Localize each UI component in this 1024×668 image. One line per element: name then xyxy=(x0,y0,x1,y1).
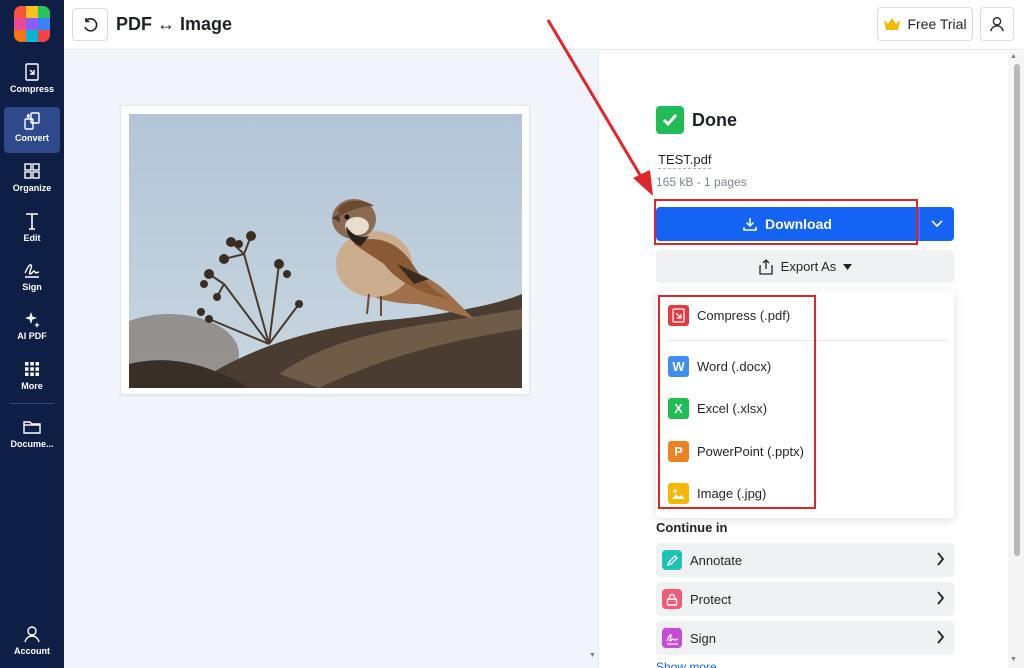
continue-protect[interactable]: Protect xyxy=(656,582,954,616)
free-trial-button[interactable]: Free Trial xyxy=(877,7,973,41)
export-as-label: Export As xyxy=(780,259,837,274)
sidebar-item-label: Account xyxy=(14,646,50,656)
free-trial-label: Free Trial xyxy=(907,16,967,32)
file-meta: 165 kB - 1 pages xyxy=(656,175,747,189)
user-icon xyxy=(990,17,1004,32)
chevron-right-icon xyxy=(937,552,945,566)
pen-icon xyxy=(662,550,682,570)
continue-in-heading: Continue in xyxy=(656,520,728,535)
sidebar-item-ai-pdf[interactable]: AI PDF xyxy=(4,305,60,351)
compress-icon xyxy=(25,63,39,81)
sidebar-item-label: Edit xyxy=(23,233,41,243)
sparkle-icon xyxy=(25,312,40,328)
share-icon xyxy=(759,258,773,275)
user-icon xyxy=(24,626,40,643)
export-menu-highlight-box xyxy=(658,295,816,509)
chevron-right-icon xyxy=(937,591,945,605)
chevron-down-icon xyxy=(931,220,943,228)
app-logo[interactable] xyxy=(14,6,50,42)
sidebar-item-label: Organize xyxy=(12,183,52,193)
signature-icon xyxy=(662,628,682,648)
signature-icon xyxy=(24,264,40,278)
file-name[interactable]: TEST.pdf xyxy=(658,152,712,169)
caret-down-icon xyxy=(843,263,853,270)
sidebar-item-label: Docume... xyxy=(10,439,54,449)
continue-item-label: Sign xyxy=(690,630,717,646)
sidebar-item-more[interactable]: More xyxy=(4,355,60,401)
download-highlight-box xyxy=(654,199,918,245)
sidebar-divider xyxy=(10,403,54,404)
sidebar-item-label: Sign xyxy=(22,282,42,292)
scroll-down-arrow[interactable]: ▼ xyxy=(589,652,596,659)
sidebar-item-label: Compress xyxy=(9,84,54,94)
show-more-link[interactable]: Show more xyxy=(656,660,717,668)
export-as-button[interactable]: Export As xyxy=(656,250,954,283)
sidebar-item-label: AI PDF xyxy=(17,331,47,341)
folder-icon xyxy=(23,421,41,434)
done-check-icon xyxy=(656,106,684,134)
sidebar-item-sign[interactable]: Sign xyxy=(4,256,60,302)
dots-grid-icon xyxy=(25,362,39,376)
sidebar-item-compress[interactable]: Compress xyxy=(4,58,60,104)
sidebar-item-organize[interactable]: Organize xyxy=(4,157,60,203)
top-bar: PDF ↔ Image Free Trial xyxy=(64,0,1024,50)
continue-item-label: Annotate xyxy=(690,552,743,568)
grid-icon xyxy=(24,163,40,179)
continue-item-label: Protect xyxy=(690,591,732,607)
page-thumbnail[interactable] xyxy=(120,105,530,395)
lock-icon xyxy=(662,589,682,609)
preview-area xyxy=(64,51,598,668)
status-title: Done xyxy=(692,110,737,130)
sidebar: Compress Convert Organize Edit Sign AI P… xyxy=(0,0,64,668)
sidebar-item-documents[interactable]: Docume... xyxy=(4,413,60,459)
sidebar-item-edit[interactable]: Edit xyxy=(4,207,60,253)
undo-icon xyxy=(84,17,98,32)
sidebar-item-label: Convert xyxy=(14,133,49,143)
text-edit-icon xyxy=(26,213,38,230)
continue-annotate[interactable]: Annotate xyxy=(656,543,954,577)
sidebar-item-account[interactable]: Account xyxy=(4,620,60,666)
account-button[interactable] xyxy=(980,7,1014,41)
undo-button[interactable] xyxy=(72,8,108,41)
download-options-button[interactable] xyxy=(919,207,954,241)
scroll-down-arrow[interactable]: ▼ xyxy=(1010,656,1017,663)
sidebar-item-label: More xyxy=(21,381,43,391)
continue-sign[interactable]: Sign xyxy=(656,621,954,655)
sidebar-item-convert[interactable]: Convert xyxy=(4,107,60,153)
sparrow-photo xyxy=(129,114,522,388)
panel-divider xyxy=(598,51,599,668)
chevron-right-icon xyxy=(937,630,945,644)
page-title: PDF ↔ Image xyxy=(116,14,233,34)
scroll-up-arrow[interactable]: ▲ xyxy=(1010,53,1017,60)
crown-icon xyxy=(884,18,901,30)
scrollbar-thumb[interactable] xyxy=(1014,64,1020,556)
convert-icon xyxy=(24,112,40,130)
